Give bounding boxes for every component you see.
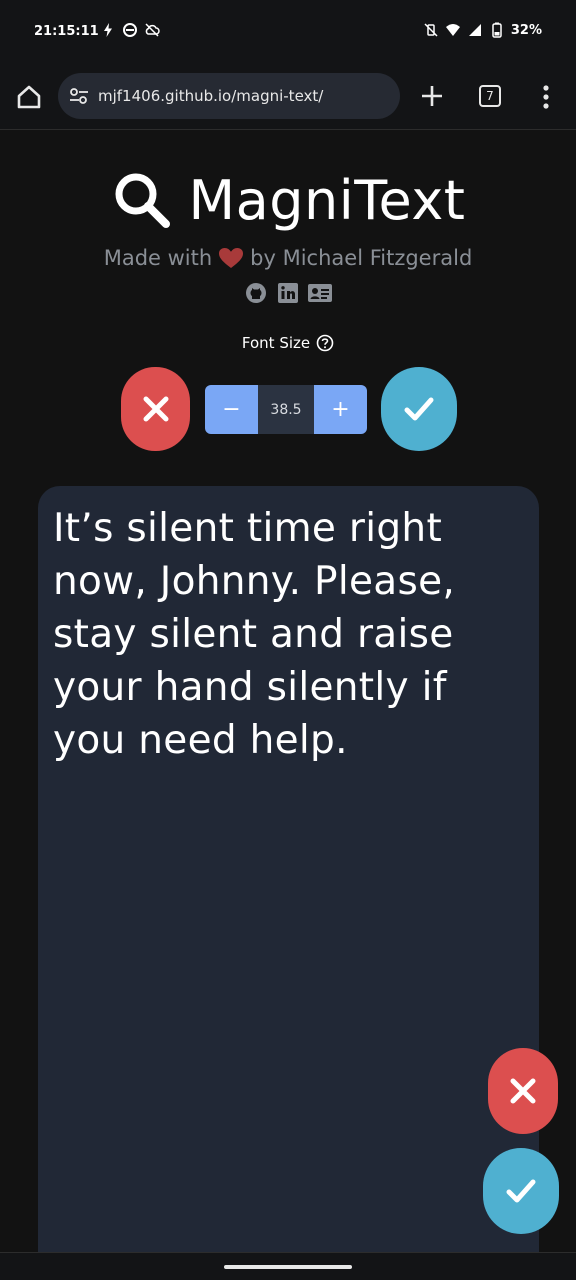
screen: 21:15:11 32% mjf1406.github.io/magni-tex… <box>0 0 576 1280</box>
status-right: 32% <box>423 22 542 38</box>
tabs-icon[interactable]: 7 <box>479 85 501 107</box>
help-icon[interactable] <box>316 334 334 352</box>
address-bar[interactable]: mjf1406.github.io/magni-text/ <box>58 73 400 119</box>
vibrate-off-icon <box>424 23 438 37</box>
wifi-icon <box>445 24 460 36</box>
font-size-label-text: Font Size <box>241 334 311 352</box>
text-content[interactable]: It’s silent time right now, Johnny. Plea… <box>53 502 524 767</box>
contact-card-icon[interactable] <box>307 281 333 305</box>
close-icon <box>510 1078 536 1104</box>
battery-icon <box>492 22 502 38</box>
browser-toolbar: mjf1406.github.io/magni-text/ 7 <box>0 64 576 130</box>
check-icon <box>506 1179 536 1203</box>
font-size-stepper: − 38.5 + <box>205 385 367 434</box>
page-title: MagniText <box>188 168 466 232</box>
text-input-area[interactable]: It’s silent time right now, Johnny. Plea… <box>38 486 539 1280</box>
credit-line: Made with by Michael Fitzgerald <box>0 246 576 270</box>
close-icon <box>143 396 168 422</box>
signal-icon <box>468 24 481 36</box>
check-icon <box>404 397 434 421</box>
github-icon[interactable] <box>243 281 269 305</box>
system-nav-bar <box>0 1252 576 1280</box>
more-vert-icon[interactable] <box>536 82 556 112</box>
battery-percent: 32% <box>510 22 542 38</box>
linkedin-icon[interactable] <box>275 281 301 305</box>
clear-button[interactable] <box>121 367 190 451</box>
sync-icon <box>123 23 137 37</box>
status-time: 21:15:11 <box>34 24 99 39</box>
bolt-icon <box>104 23 112 37</box>
floating-clear-button[interactable] <box>488 1048 558 1134</box>
cloud-off-icon <box>145 23 160 37</box>
status-bar: 21:15:11 32% <box>0 0 576 64</box>
magnifier-icon <box>115 173 170 228</box>
font-size-value[interactable]: 38.5 <box>258 385 314 434</box>
increment-button[interactable]: + <box>314 385 367 434</box>
heart-icon <box>219 248 244 268</box>
tune-icon[interactable] <box>68 85 90 107</box>
social-links <box>0 281 576 305</box>
apply-button[interactable] <box>381 367 457 451</box>
decrement-button[interactable]: − <box>205 385 258 434</box>
floating-apply-button[interactable] <box>483 1148 559 1234</box>
app-title: MagniText <box>0 160 576 240</box>
home-icon[interactable] <box>14 82 44 112</box>
plus-icon[interactable] <box>418 82 446 110</box>
font-size-label: Font Size <box>0 334 576 352</box>
gesture-handle[interactable] <box>224 1265 352 1269</box>
status-left-icons <box>100 22 160 38</box>
made-with-suffix: by Michael Fitzgerald <box>250 246 473 270</box>
made-with-prefix: Made with <box>103 246 213 270</box>
url-text: mjf1406.github.io/magni-text/ <box>98 87 324 105</box>
